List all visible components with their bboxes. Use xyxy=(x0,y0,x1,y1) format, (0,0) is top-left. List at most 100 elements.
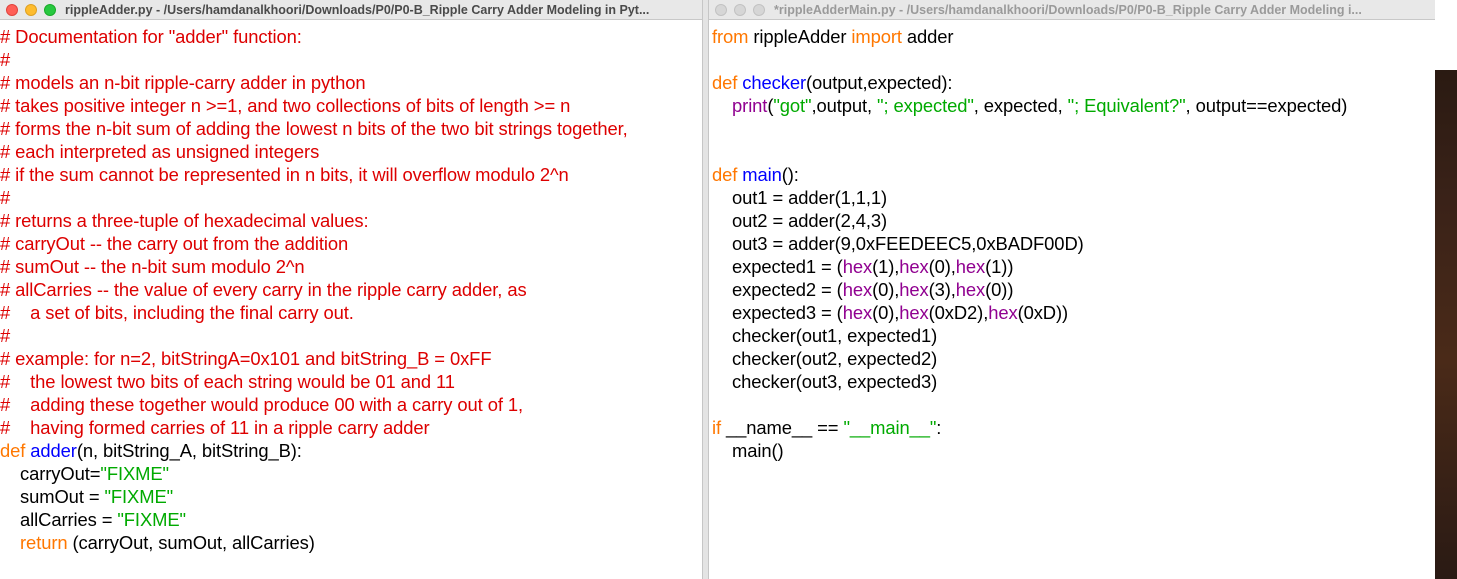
code-token: # adding these together would produce 00… xyxy=(0,394,523,415)
code-line[interactable]: def adder(n, bitString_A, bitString_B): xyxy=(0,439,702,462)
code-line[interactable]: # allCarries -- the value of every carry… xyxy=(0,278,702,301)
window-title: *rippleAdderMain.py - /Users/hamdanalkho… xyxy=(774,2,1362,17)
code-line[interactable]: # Documentation for "adder" function: xyxy=(0,25,702,48)
code-line[interactable]: # xyxy=(0,186,702,209)
code-token: def xyxy=(712,72,743,93)
code-token: checker(out2, expected2) xyxy=(712,348,938,369)
code-token: (0), xyxy=(872,279,900,300)
code-line[interactable]: checker(out2, expected2) xyxy=(712,347,1435,370)
code-token: # xyxy=(0,187,11,208)
code-token: "got" xyxy=(773,95,812,116)
code-line[interactable]: # sumOut -- the n-bit sum modulo 2^n xyxy=(0,255,702,278)
code-line[interactable] xyxy=(712,117,1435,140)
code-token: (output,expected): xyxy=(805,72,953,93)
code-token: # each interpreted as unsigned integers xyxy=(0,141,320,162)
code-token: hex xyxy=(955,256,986,277)
code-line[interactable]: out1 = adder(1,1,1) xyxy=(712,186,1435,209)
code-line[interactable]: # xyxy=(0,48,702,71)
code-token: "__main__" xyxy=(843,417,937,438)
code-token: out3 = adder(9,0xFEEDEEC5,0xBADF00D) xyxy=(712,233,1084,254)
code-token: # models an n-bit ripple-carry adder in … xyxy=(0,72,366,93)
code-line[interactable]: # having formed carries of 11 in a rippl… xyxy=(0,416,702,439)
window-titlebar[interactable]: *rippleAdderMain.py - /Users/hamdanalkho… xyxy=(709,0,1435,20)
code-line[interactable]: out3 = adder(9,0xFEEDEEC5,0xBADF00D) xyxy=(712,232,1435,255)
code-token: (0), xyxy=(872,302,900,323)
code-token: carryOut= xyxy=(0,463,101,484)
code-token: out2 = adder(2,4,3) xyxy=(712,210,888,231)
code-line[interactable]: # forms the n-bit sum of adding the lowe… xyxy=(0,117,702,140)
code-token: (0)) xyxy=(985,279,1014,300)
code-line[interactable]: # each interpreted as unsigned integers xyxy=(0,140,702,163)
code-editor[interactable]: from rippleAdder import adder def checker… xyxy=(709,20,1435,462)
zoom-window-icon[interactable] xyxy=(44,3,56,16)
code-token: "; expected" xyxy=(877,95,974,116)
code-token: hex xyxy=(842,256,873,277)
code-token: (0xD)) xyxy=(1017,302,1069,323)
code-line[interactable]: expected1 = (hex(1),hex(0),hex(1)) xyxy=(712,255,1435,278)
code-line[interactable]: out2 = adder(2,4,3) xyxy=(712,209,1435,232)
code-token: hex xyxy=(899,279,929,300)
code-line[interactable]: allCarries = "FIXME" xyxy=(0,508,702,531)
code-token: "FIXME" xyxy=(100,463,169,484)
code-line[interactable]: from rippleAdder import adder xyxy=(712,25,1435,48)
code-token: from xyxy=(712,26,749,47)
code-token: # example: for n=2, bitStringA=0x101 and… xyxy=(0,348,492,369)
code-line[interactable]: carryOut="FIXME" xyxy=(0,462,702,485)
code-token: print xyxy=(712,95,768,116)
code-token: out1 = adder(1,1,1) xyxy=(712,187,888,208)
code-line[interactable]: # xyxy=(0,324,702,347)
code-token: # the lowest two bits of each string wou… xyxy=(0,371,455,392)
close-window-icon[interactable] xyxy=(715,3,727,16)
code-token: expected2 = ( xyxy=(712,279,843,300)
code-token: allCarries = xyxy=(0,509,118,530)
code-line[interactable]: # example: for n=2, bitStringA=0x101 and… xyxy=(0,347,702,370)
code-line[interactable]: return (carryOut, sumOut, allCarries) xyxy=(0,531,702,554)
code-line[interactable] xyxy=(712,48,1435,71)
code-line[interactable]: print("got",output, "; expected", expect… xyxy=(712,94,1435,117)
code-line[interactable]: # the lowest two bits of each string wou… xyxy=(0,370,702,393)
code-token: (3), xyxy=(928,279,956,300)
window-title: rippleAdder.py - /Users/hamdanalkhoori/D… xyxy=(65,2,650,17)
code-line[interactable]: expected2 = (hex(0),hex(3),hex(0)) xyxy=(712,278,1435,301)
code-line[interactable]: # a set of bits, including the final car… xyxy=(0,301,702,324)
code-line[interactable]: checker(out3, expected3) xyxy=(712,370,1435,393)
code-token: , expected, xyxy=(973,95,1068,116)
code-line[interactable]: # adding these together would produce 00… xyxy=(0,393,702,416)
code-token: # returns a three-tuple of hexadecimal v… xyxy=(0,210,369,231)
code-line[interactable]: checker(out1, expected1) xyxy=(712,324,1435,347)
minimize-window-icon[interactable] xyxy=(25,3,37,16)
code-token: # sumOut -- the n-bit sum modulo 2^n xyxy=(0,256,305,277)
code-line[interactable]: sumOut = "FIXME" xyxy=(0,485,702,508)
code-editor[interactable]: # Documentation for "adder" function: # # … xyxy=(0,20,702,554)
editor-window-rippleAdderMain[interactable]: *rippleAdderMain.py - /Users/hamdanalkho… xyxy=(709,0,1435,579)
zoom-window-icon[interactable] xyxy=(753,3,765,16)
code-line[interactable]: def checker(output,expected): xyxy=(712,71,1435,94)
code-token: (1)) xyxy=(985,256,1014,277)
code-token: if xyxy=(712,417,721,438)
code-token: , output==expected) xyxy=(1185,95,1348,116)
editor-window-rippleAdder[interactable]: rippleAdder.py - /Users/hamdanalkhoori/D… xyxy=(0,0,702,579)
code-token: # Documentation for "adder" function: xyxy=(0,26,302,47)
code-token: main xyxy=(742,164,782,185)
code-token: main() xyxy=(712,440,784,461)
code-token: hex xyxy=(842,302,873,323)
code-line[interactable]: # takes positive integer n >=1, and two … xyxy=(0,94,702,117)
minimize-window-icon[interactable] xyxy=(734,3,746,16)
code-line[interactable] xyxy=(712,393,1435,416)
code-token: (0), xyxy=(928,256,956,277)
code-line[interactable]: # carryOut -- the carry out from the add… xyxy=(0,232,702,255)
traffic-lights xyxy=(709,3,774,16)
code-line[interactable]: # models an n-bit ripple-carry adder in … xyxy=(0,71,702,94)
code-token: def xyxy=(712,164,743,185)
code-line[interactable]: expected3 = (hex(0),hex(0xD2),hex(0xD)) xyxy=(712,301,1435,324)
code-line[interactable]: # if the sum cannot be represented in n … xyxy=(0,163,702,186)
code-line[interactable]: def main(): xyxy=(712,163,1435,186)
code-token: checker(out1, expected1) xyxy=(712,325,938,346)
code-line[interactable]: main() xyxy=(712,439,1435,462)
code-line[interactable]: # returns a three-tuple of hexadecimal v… xyxy=(0,209,702,232)
code-line[interactable] xyxy=(712,140,1435,163)
code-token: __name__ == xyxy=(721,417,844,438)
code-line[interactable]: if __name__ == "__main__": xyxy=(712,416,1435,439)
window-titlebar[interactable]: rippleAdder.py - /Users/hamdanalkhoori/D… xyxy=(0,0,702,20)
close-window-icon[interactable] xyxy=(6,3,18,16)
